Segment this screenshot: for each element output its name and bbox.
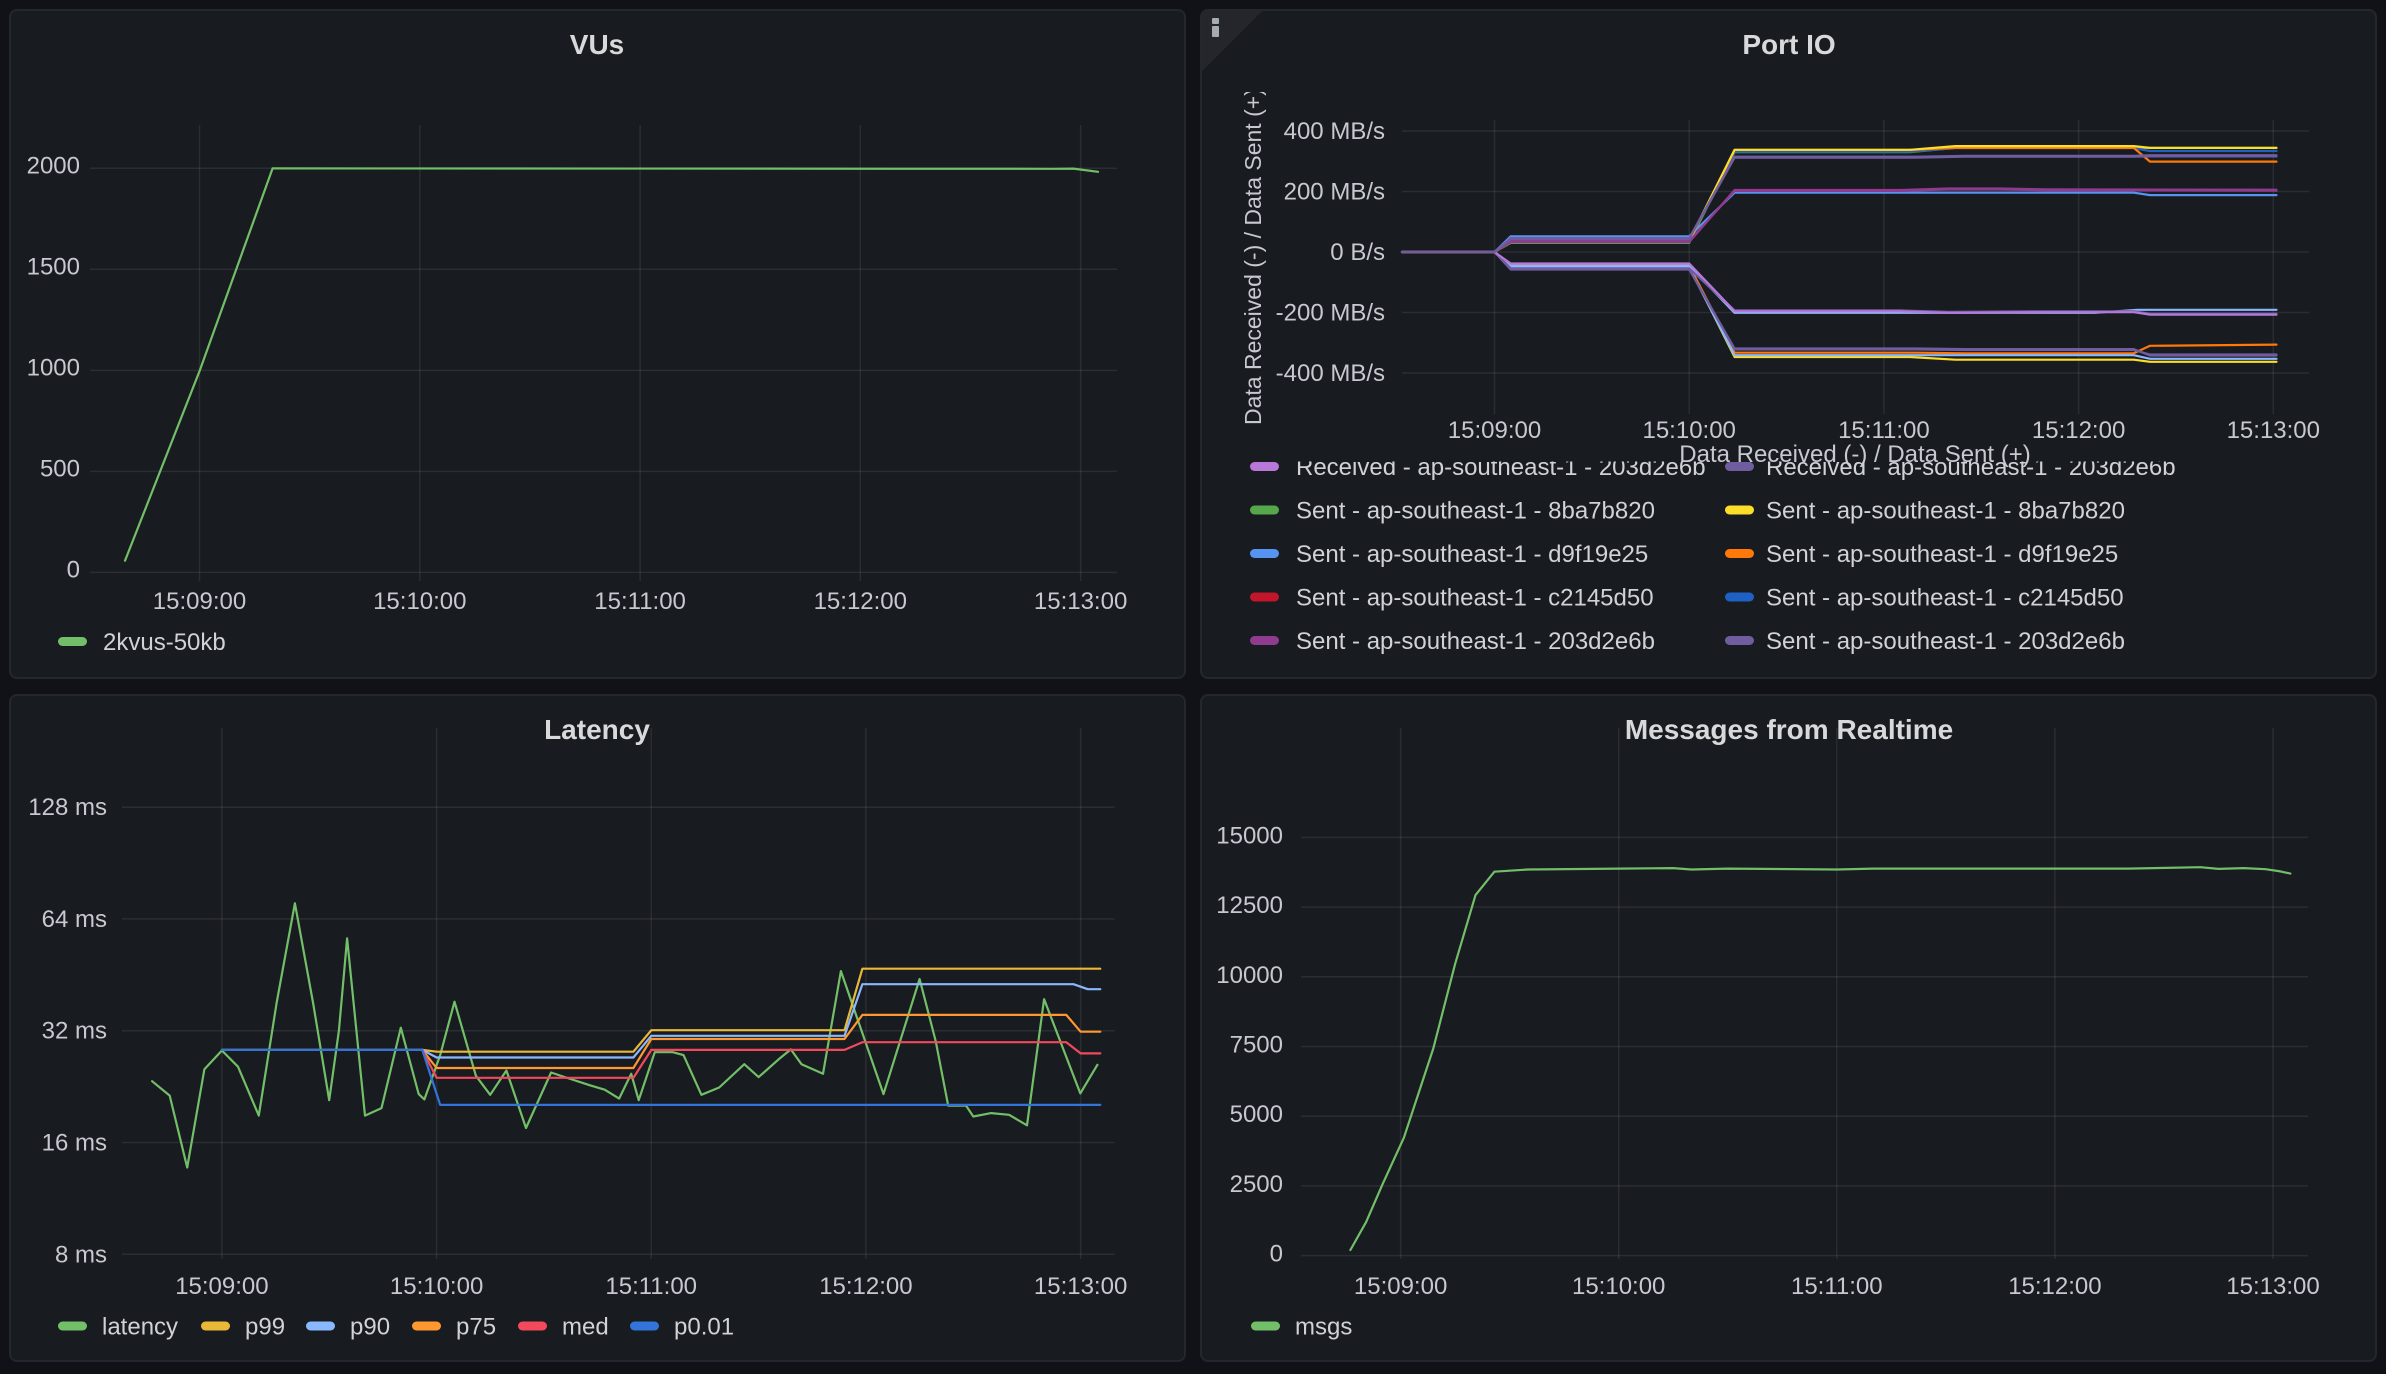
svg-text:15:09:00: 15:09:00 [175,1273,268,1300]
svg-text:15:12:00: 15:12:00 [2032,417,2125,444]
svg-text:15:11:00: 15:11:00 [605,1273,697,1300]
svg-text:15:12:00: 15:12:00 [2008,1273,2101,1300]
svg-text:Messages from Realtime: Messages from Realtime [1625,714,1953,745]
svg-text:12500: 12500 [1216,892,1283,919]
svg-text:15:10:00: 15:10:00 [390,1273,483,1300]
svg-text:p75: p75 [456,1314,496,1341]
svg-text:p99: p99 [245,1314,285,1341]
svg-text:Port IO: Port IO [1742,29,1835,60]
svg-text:2kvus-50kb: 2kvus-50kb [103,629,226,656]
svg-text:0: 0 [1270,1241,1283,1268]
svg-text:latency: latency [102,1314,178,1341]
svg-text:0 B/s: 0 B/s [1330,239,1385,266]
svg-text:Data Received (-) / Data Sent: Data Received (-) / Data Sent (+) [1240,88,1266,425]
svg-text:p90: p90 [350,1314,390,1341]
svg-text:8 ms: 8 ms [55,1241,107,1268]
svg-text:15:12:00: 15:12:00 [819,1273,912,1300]
svg-text:15:09:00: 15:09:00 [1448,417,1541,444]
svg-text:1500: 1500 [27,254,80,281]
svg-text:128 ms: 128 ms [28,794,107,821]
svg-text:p0.01: p0.01 [674,1314,734,1341]
svg-text:16 ms: 16 ms [42,1130,107,1157]
svg-text:Sent - ap-southeast-1 - 8ba7b8: Sent - ap-southeast-1 - 8ba7b820 [1766,498,2125,525]
svg-text:15:12:00: 15:12:00 [814,588,907,615]
svg-text:med: med [562,1314,609,1341]
svg-text:1000: 1000 [27,355,80,382]
svg-text:400 MB/s: 400 MB/s [1284,118,1385,145]
svg-text:200 MB/s: 200 MB/s [1284,179,1385,206]
svg-text:7500: 7500 [1230,1032,1283,1059]
svg-text:500: 500 [40,456,80,483]
svg-text:15:13:00: 15:13:00 [1034,1273,1127,1300]
svg-text:15:09:00: 15:09:00 [153,588,246,615]
svg-text:VUs: VUs [570,29,624,60]
svg-text:15:11:00: 15:11:00 [594,588,686,615]
svg-text:Sent - ap-southeast-1 - d9f19e: Sent - ap-southeast-1 - d9f19e25 [1766,541,2118,568]
svg-text:15000: 15000 [1216,822,1283,849]
svg-text:Sent - ap-southeast-1 - d9f19e: Sent - ap-southeast-1 - d9f19e25 [1296,541,1648,568]
svg-text:msgs: msgs [1295,1314,1352,1341]
svg-text:Latency: Latency [544,714,650,745]
svg-text:Sent - ap-southeast-1 - c2145d: Sent - ap-southeast-1 - c2145d50 [1296,585,1654,612]
svg-text:10000: 10000 [1216,962,1283,989]
svg-text:5000: 5000 [1230,1101,1283,1128]
svg-text:2000: 2000 [27,153,80,180]
svg-text:32 ms: 32 ms [42,1018,107,1045]
svg-text:15:10:00: 15:10:00 [1572,1273,1665,1300]
svg-text:15:11:00: 15:11:00 [1838,417,1930,444]
svg-text:2500: 2500 [1230,1171,1283,1198]
svg-text:Sent - ap-southeast-1 - c2145d: Sent - ap-southeast-1 - c2145d50 [1766,585,2124,612]
svg-text:-400 MB/s: -400 MB/s [1276,360,1385,387]
svg-text:64 ms: 64 ms [42,906,107,933]
svg-text:Sent - ap-southeast-1 - 203d2e: Sent - ap-southeast-1 - 203d2e6b [1766,628,2125,655]
svg-text:15:10:00: 15:10:00 [373,588,466,615]
svg-text:15:10:00: 15:10:00 [1642,417,1735,444]
svg-text:15:09:00: 15:09:00 [1354,1273,1447,1300]
svg-text:15:13:00: 15:13:00 [1034,588,1127,615]
svg-text:Sent - ap-southeast-1 - 8ba7b8: Sent - ap-southeast-1 - 8ba7b820 [1296,498,1655,525]
svg-text:15:13:00: 15:13:00 [2226,1273,2319,1300]
svg-text:15:11:00: 15:11:00 [1791,1273,1883,1300]
svg-text:15:13:00: 15:13:00 [2227,417,2320,444]
svg-text:-200 MB/s: -200 MB/s [1276,300,1385,327]
svg-text:Sent - ap-southeast-1 - 203d2e: Sent - ap-southeast-1 - 203d2e6b [1296,628,1655,655]
svg-text:0: 0 [67,557,80,584]
